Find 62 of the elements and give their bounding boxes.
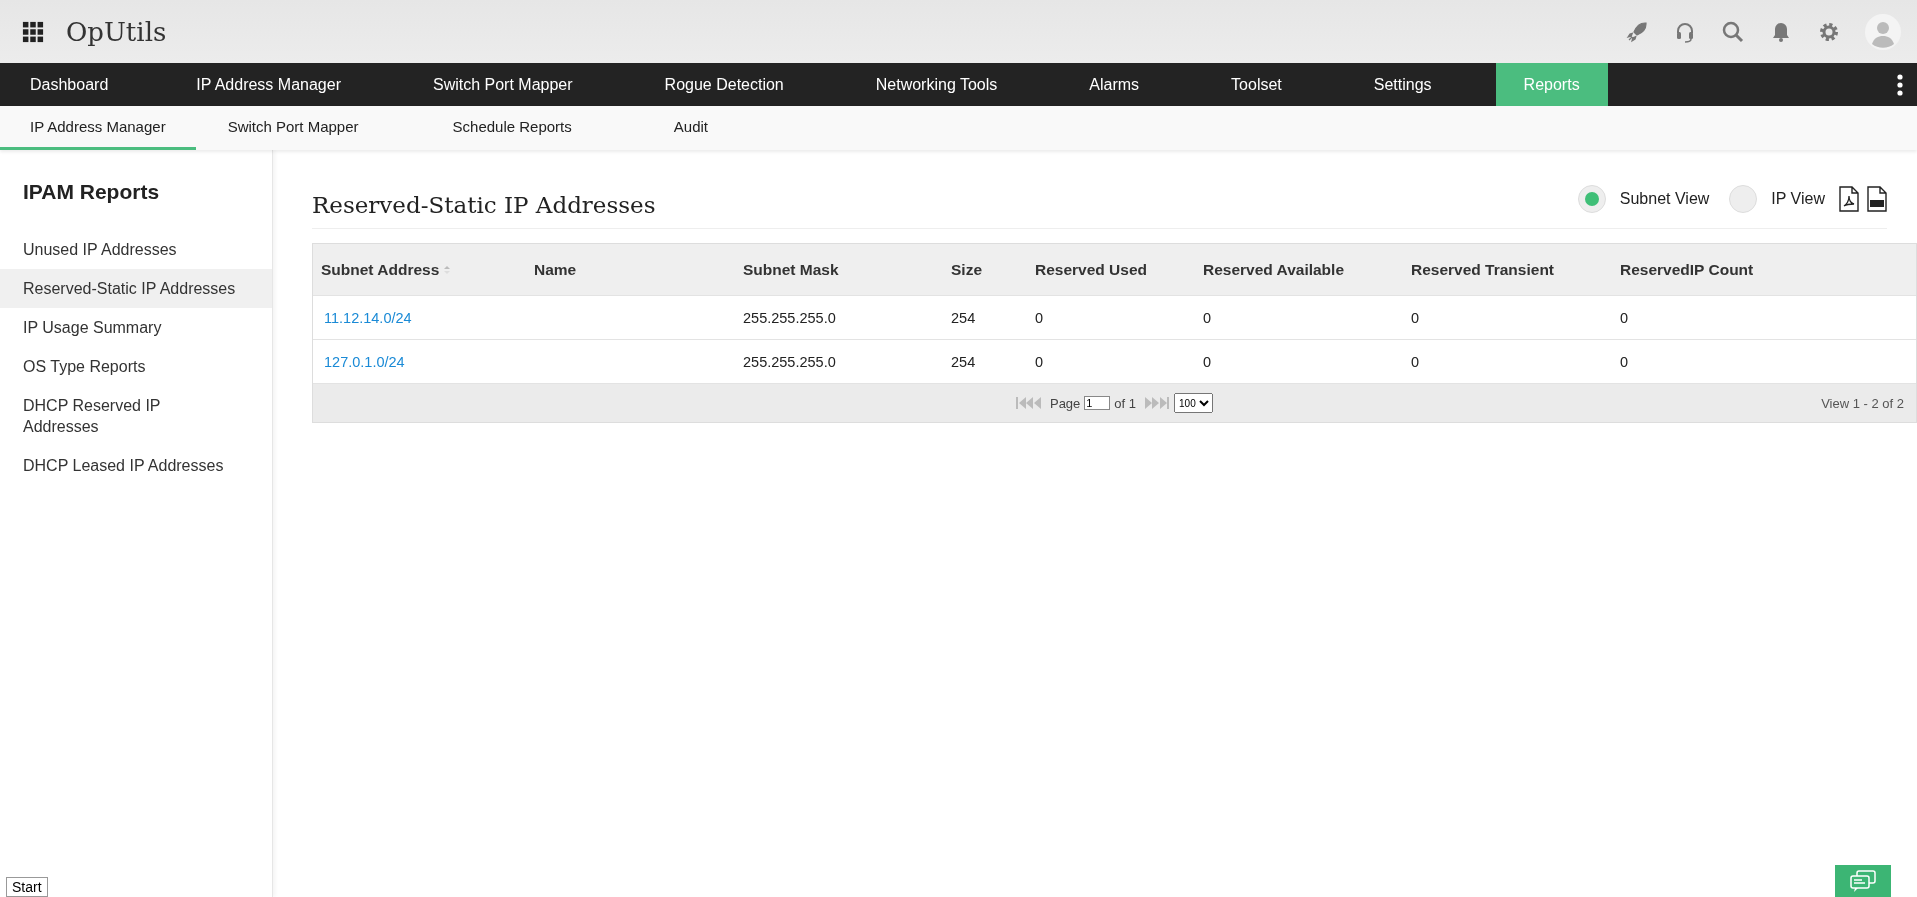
sidebar-title: IPAM Reports bbox=[22, 180, 161, 204]
subnav-tab[interactable]: IP Address Manager bbox=[0, 106, 196, 150]
apps-grid-icon[interactable] bbox=[22, 20, 44, 43]
subnet-link[interactable]: 11.12.14.0/24 bbox=[324, 309, 412, 326]
table-cell-text: 0 bbox=[1410, 309, 1421, 326]
nav-tab[interactable]: Rogue Detection bbox=[636, 63, 812, 106]
chat-icon bbox=[1850, 870, 1876, 892]
table-cell-text: 255.255.255.0 bbox=[742, 353, 837, 370]
pdf-icon[interactable] bbox=[1839, 186, 1859, 212]
nav-tab[interactable]: Settings bbox=[1345, 63, 1460, 106]
subnav-tab[interactable]: Schedule Reports bbox=[390, 106, 634, 150]
app-title: OpUtils bbox=[66, 16, 167, 47]
table-cell-text: 0 bbox=[1034, 309, 1045, 326]
view-label: IP View bbox=[1771, 190, 1825, 208]
column-header[interactable]: Name bbox=[526, 260, 735, 279]
report-title: Reserved-Static IP Addresses bbox=[312, 192, 656, 218]
column-header[interactable]: Subnet Mask bbox=[735, 260, 943, 279]
records-summary: View 1 - 2 of 2 bbox=[1821, 395, 1904, 411]
page-input[interactable]: 1 bbox=[1084, 396, 1111, 410]
rocket-icon[interactable] bbox=[1625, 19, 1649, 44]
table-cell-text: 0 bbox=[1619, 309, 1630, 326]
view-radio[interactable] bbox=[1577, 185, 1606, 213]
view-label: Subnet View bbox=[1619, 190, 1710, 208]
sidebar-item[interactable]: IP Usage Summary bbox=[0, 308, 272, 347]
sidebar-item[interactable]: Unused IP Addresses bbox=[0, 230, 272, 269]
sidebar-item[interactable]: OS Type Reports bbox=[0, 347, 272, 386]
column-header[interactable]: Reserved Available bbox=[1195, 260, 1403, 279]
nav-tab[interactable]: Alarms bbox=[1061, 63, 1168, 106]
nav-tab[interactable]: IP Address Manager bbox=[168, 63, 369, 106]
nav-tab[interactable]: Dashboard bbox=[0, 63, 139, 106]
table-cell-text: 254 bbox=[950, 353, 977, 370]
page-size-select[interactable]: 100 bbox=[1174, 393, 1214, 413]
column-header[interactable]: Subnet Address bbox=[313, 260, 526, 279]
column-header[interactable]: ReservedIP Count bbox=[1612, 260, 1916, 279]
subnav-tab[interactable]: Switch Port Mapper bbox=[195, 106, 391, 150]
search-icon[interactable] bbox=[1721, 19, 1745, 44]
table-cell-text: 0 bbox=[1410, 353, 1421, 370]
csv-file-icon[interactable] bbox=[1867, 186, 1887, 212]
table-cell-text: 0 bbox=[1034, 353, 1045, 370]
sidebar-item[interactable]: DHCP Leased IP Addresses bbox=[0, 446, 272, 485]
table-cell-text: 0 bbox=[1202, 309, 1213, 326]
nav-tab[interactable]: Switch Port Mapper bbox=[404, 63, 601, 106]
nav-tab[interactable]: Toolset bbox=[1203, 63, 1310, 106]
view-radio[interactable] bbox=[1729, 185, 1758, 213]
subnet-link[interactable]: 127.0.1.0/24 bbox=[324, 353, 405, 370]
nav-tab[interactable]: Networking Tools bbox=[847, 63, 1026, 106]
chat-button[interactable] bbox=[1835, 865, 1891, 897]
column-header[interactable]: Reserved Used bbox=[1027, 260, 1195, 279]
subnav-tab[interactable]: Audit bbox=[633, 106, 748, 150]
column-header[interactable]: Size bbox=[943, 260, 1027, 279]
sidebar-item[interactable]: DHCP Reserved IP Addresses bbox=[0, 386, 216, 446]
page-count: of 1 bbox=[1114, 395, 1137, 411]
page-label: Page bbox=[1049, 395, 1081, 411]
more-icon[interactable] bbox=[1897, 73, 1903, 96]
column-header[interactable]: Reserved Transient bbox=[1403, 260, 1612, 279]
table-cell-text: 0 bbox=[1619, 353, 1630, 370]
sidebar-item[interactable]: Reserved-Static IP Addresses bbox=[0, 269, 272, 308]
table-cell-text: 0 bbox=[1202, 353, 1213, 370]
sort-icon bbox=[443, 264, 452, 275]
start-button[interactable]: Start bbox=[6, 877, 48, 897]
table-cell-text: 255.255.255.0 bbox=[742, 309, 837, 326]
table-cell-text: 254 bbox=[950, 309, 977, 326]
